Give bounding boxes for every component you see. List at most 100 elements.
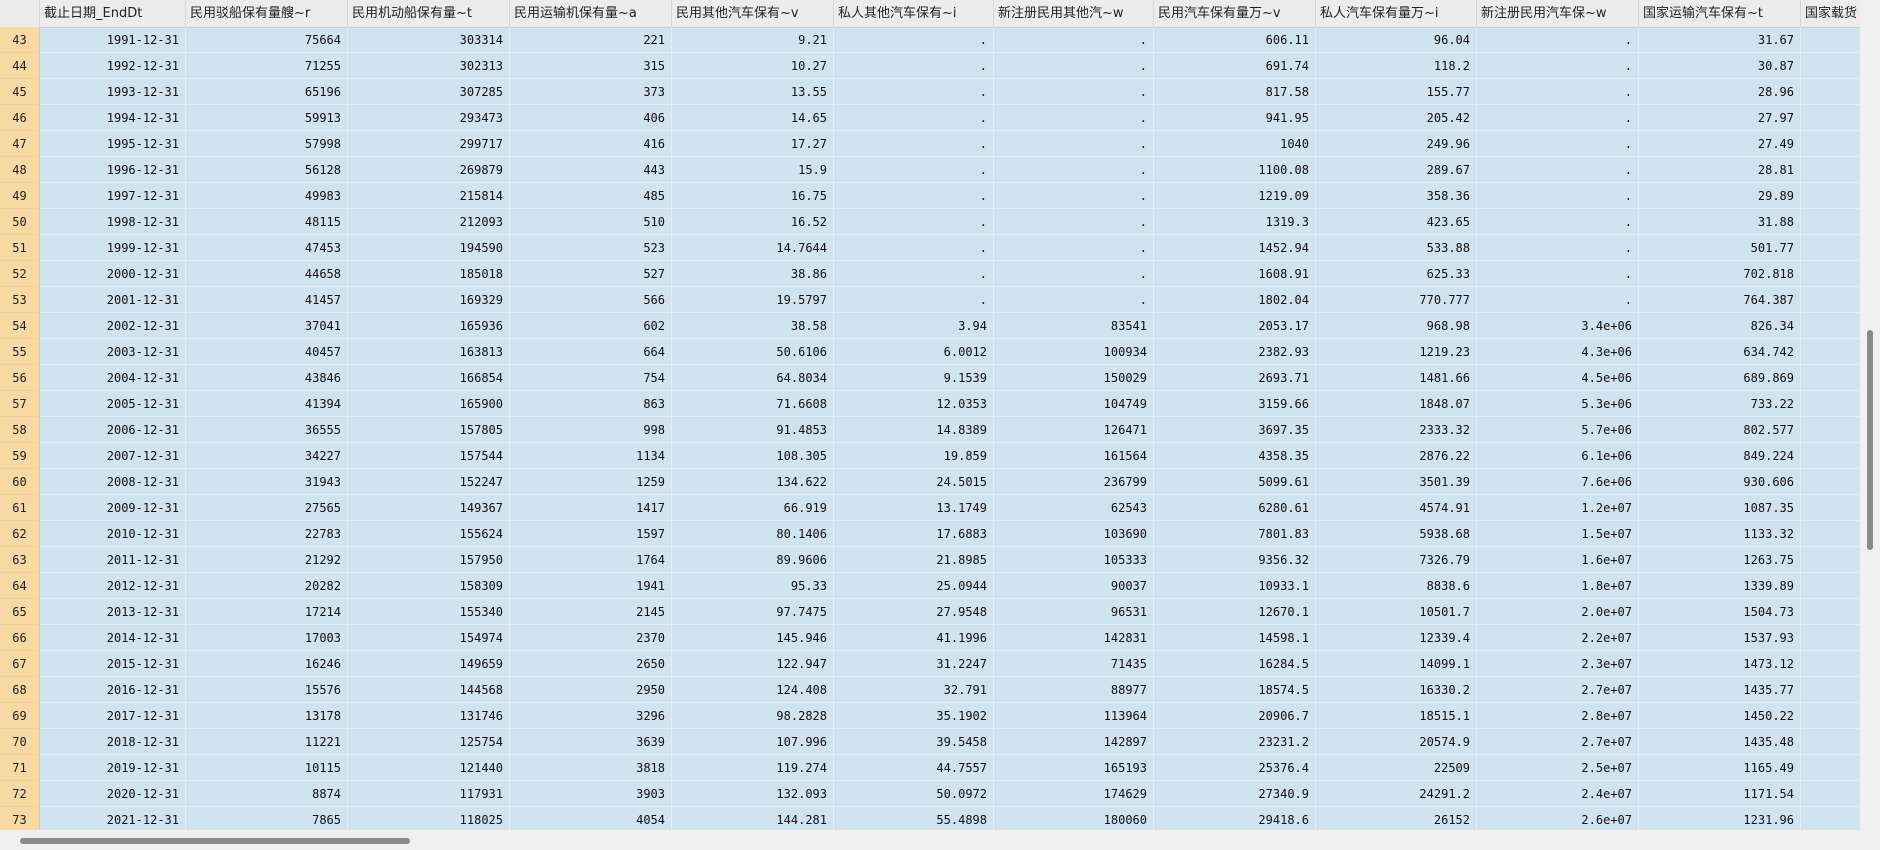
table-cell[interactable]: 56128 — [186, 157, 348, 183]
table-cell[interactable]: 165193 — [994, 755, 1154, 781]
table-cell[interactable]: 2012-12-31 — [40, 573, 186, 599]
table-row[interactable]: 56 2004-12-31 43846 166854 754 64.8034 9.1539 1… — [0, 365, 1860, 391]
table-cell[interactable]: 4574.91 — [1316, 495, 1477, 521]
table-cell[interactable]: 10933.1 — [1154, 573, 1316, 599]
table-cell[interactable]: 145.946 — [672, 625, 834, 651]
table-cell[interactable]: 118025 — [348, 807, 510, 830]
table-cell[interactable]: . — [834, 131, 994, 157]
table-cell[interactable]: 41457 — [186, 287, 348, 313]
table-cell[interactable]: 20574.9 — [1316, 729, 1477, 755]
table-cell[interactable]: 625.33 — [1316, 261, 1477, 287]
table-cell[interactable]: 2650 — [510, 651, 672, 677]
table-cell[interactable] — [1801, 573, 1860, 599]
table-cell[interactable]: 2005-12-31 — [40, 391, 186, 417]
table-cell[interactable] — [1801, 261, 1860, 287]
row-number[interactable]: 71 — [0, 755, 40, 781]
table-cell[interactable]: 28.96 — [1639, 79, 1801, 105]
table-cell[interactable]: 57998 — [186, 131, 348, 157]
table-cell[interactable]: 2.4e+07 — [1477, 781, 1639, 807]
table-cell[interactable]: 2002-12-31 — [40, 313, 186, 339]
table-cell[interactable]: 21292 — [186, 547, 348, 573]
table-cell[interactable] — [1801, 729, 1860, 755]
table-cell[interactable]: 1165.49 — [1639, 755, 1801, 781]
table-cell[interactable]: 31.67 — [1639, 27, 1801, 53]
table-cell[interactable]: 1435.77 — [1639, 677, 1801, 703]
column-header[interactable]: 民用汽车保有量万~v — [1154, 0, 1316, 27]
table-cell[interactable]: . — [994, 131, 1154, 157]
table-cell[interactable]: 2.5e+07 — [1477, 755, 1639, 781]
row-number[interactable]: 54 — [0, 313, 40, 339]
table-cell[interactable]: 523 — [510, 235, 672, 261]
table-cell[interactable]: 100934 — [994, 339, 1154, 365]
table-row[interactable]: 65 2013-12-31 17214 155340 2145 97.7475 27.954… — [0, 599, 1860, 625]
table-cell[interactable]: 16.75 — [672, 183, 834, 209]
table-cell[interactable]: 119.274 — [672, 755, 834, 781]
table-cell[interactable]: 1100.08 — [1154, 157, 1316, 183]
table-cell[interactable] — [1801, 755, 1860, 781]
table-cell[interactable] — [1801, 27, 1860, 53]
table-row[interactable]: 55 2003-12-31 40457 163813 664 50.6106 6.0012 1… — [0, 339, 1860, 365]
table-cell[interactable]: 1219.23 — [1316, 339, 1477, 365]
table-cell[interactable]: 2.0e+07 — [1477, 599, 1639, 625]
vertical-scrollbar[interactable] — [1860, 0, 1880, 830]
table-row[interactable]: 62 2010-12-31 22783 155624 1597 80.1406 17.688… — [0, 521, 1860, 547]
table-cell[interactable]: . — [994, 27, 1154, 53]
table-cell[interactable]: 49983 — [186, 183, 348, 209]
table-cell[interactable]: 2007-12-31 — [40, 443, 186, 469]
table-cell[interactable] — [1801, 287, 1860, 313]
table-cell[interactable]: 998 — [510, 417, 672, 443]
table-cell[interactable]: 71255 — [186, 53, 348, 79]
table-cell[interactable]: 269879 — [348, 157, 510, 183]
table-cell[interactable]: 95.33 — [672, 573, 834, 599]
table-cell[interactable]: 416 — [510, 131, 672, 157]
table-row[interactable]: 53 2001-12-31 41457 169329 566 19.5797.. 1802.… — [0, 287, 1860, 313]
table-cell[interactable]: 510 — [510, 209, 672, 235]
table-cell[interactable]: 71435 — [994, 651, 1154, 677]
table-cell[interactable]: 2013-12-31 — [40, 599, 186, 625]
table-cell[interactable]: . — [834, 79, 994, 105]
table-cell[interactable] — [1801, 53, 1860, 79]
table-cell[interactable]: 32.791 — [834, 677, 994, 703]
table-cell[interactable]: 31.88 — [1639, 209, 1801, 235]
table-cell[interactable]: 702.818 — [1639, 261, 1801, 287]
table-row[interactable]: 52 2000-12-31 44658 185018 527 38.86.. 1608.91… — [0, 261, 1860, 287]
table-cell[interactable]: 2010-12-31 — [40, 521, 186, 547]
table-cell[interactable]: 826.34 — [1639, 313, 1801, 339]
table-cell[interactable]: 7801.83 — [1154, 521, 1316, 547]
table-cell[interactable]: 2015-12-31 — [40, 651, 186, 677]
table-cell[interactable]: 289.67 — [1316, 157, 1477, 183]
table-cell[interactable]: 2020-12-31 — [40, 781, 186, 807]
table-cell[interactable]: 27565 — [186, 495, 348, 521]
table-cell[interactable]: 31943 — [186, 469, 348, 495]
table-cell[interactable]: . — [994, 183, 1154, 209]
table-cell[interactable]: 2145 — [510, 599, 672, 625]
table-cell[interactable]: 634.742 — [1639, 339, 1801, 365]
table-cell[interactable]: 9356.32 — [1154, 547, 1316, 573]
table-cell[interactable]: 149367 — [348, 495, 510, 521]
table-cell[interactable]: 12670.1 — [1154, 599, 1316, 625]
table-cell[interactable]: 157805 — [348, 417, 510, 443]
table-cell[interactable]: 5099.61 — [1154, 469, 1316, 495]
table-cell[interactable]: 1995-12-31 — [40, 131, 186, 157]
table-cell[interactable]: 96531 — [994, 599, 1154, 625]
table-cell[interactable]: 149659 — [348, 651, 510, 677]
table-cell[interactable]: 107.996 — [672, 729, 834, 755]
table-cell[interactable]: 64.8034 — [672, 365, 834, 391]
table-cell[interactable]: 1450.22 — [1639, 703, 1801, 729]
row-number[interactable]: 50 — [0, 209, 40, 235]
table-cell[interactable]: 13.55 — [672, 79, 834, 105]
table-cell[interactable]: 5.7e+06 — [1477, 417, 1639, 443]
table-cell[interactable]: 157544 — [348, 443, 510, 469]
table-cell[interactable]: 165900 — [348, 391, 510, 417]
table-cell[interactable]: 2.3e+07 — [1477, 651, 1639, 677]
column-header[interactable]: 民用其他汽车保有~v — [672, 0, 834, 27]
row-number[interactable]: 69 — [0, 703, 40, 729]
table-cell[interactable]: 105333 — [994, 547, 1154, 573]
table-row[interactable]: 51 1999-12-31 47453 194590 523 14.7644.. 1452.… — [0, 235, 1860, 261]
table-cell[interactable]: 36555 — [186, 417, 348, 443]
table-cell[interactable]: 2009-12-31 — [40, 495, 186, 521]
table-cell[interactable]: 1452.94 — [1154, 235, 1316, 261]
table-cell[interactable]: 121440 — [348, 755, 510, 781]
table-cell[interactable]: 215814 — [348, 183, 510, 209]
row-number[interactable]: 63 — [0, 547, 40, 573]
